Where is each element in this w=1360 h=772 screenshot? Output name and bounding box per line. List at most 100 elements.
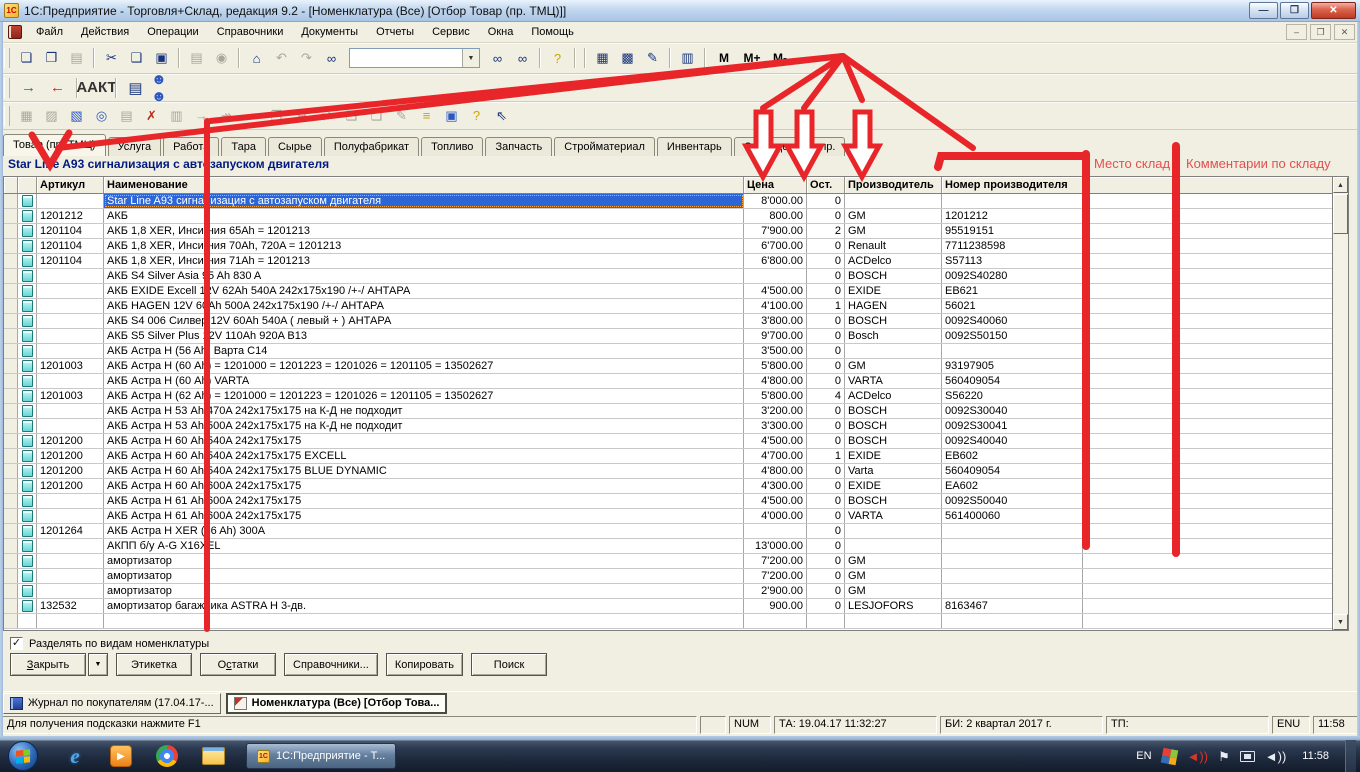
open-icon[interactable]: ❐ [40, 47, 63, 69]
tab-11[interactable]: Спецодежда и пр. [734, 137, 846, 156]
method-book-icon[interactable]: ▥ [676, 47, 699, 69]
calendar-calculator-icon[interactable]: ▩ [616, 47, 639, 69]
tab-3[interactable]: Работа [163, 137, 219, 156]
language-indicator[interactable]: EN [1136, 750, 1151, 762]
minimize-button[interactable] [1249, 2, 1278, 19]
scroll-up-button[interactable] [1333, 177, 1348, 193]
table-row[interactable]: АКБ Астра Н 61 Ah 600A 242x175x1754'000.… [4, 509, 1348, 524]
mdi-minimize-button[interactable] [1286, 24, 1307, 40]
new-document-icon[interactable]: ❏ [15, 47, 38, 69]
table-row[interactable]: АКБ Астра Н (60 Ah) VARTA4'800.000VARTA5… [4, 374, 1348, 389]
column-header-name[interactable]: Наименование [104, 177, 744, 193]
memory-minus-button[interactable]: M- [767, 47, 793, 69]
table-row[interactable]: АКБ Астра Н 61 Ah 600A 242x175x1754'500.… [4, 494, 1348, 509]
table-row[interactable]: амортизатор7'200.000GM [4, 554, 1348, 569]
table-row[interactable]: 1201003АКБ Астра Н (60 Ah) = 1201000 = 1… [4, 359, 1348, 374]
return-item-icon[interactable]: ← [44, 76, 71, 100]
table-row[interactable]: 1201003АКБ Астра Н (62 Ah) = 1201000 = 1… [4, 389, 1348, 404]
menu-item-5[interactable]: Документы [292, 23, 367, 42]
search-combobox-dropdown[interactable] [462, 49, 479, 67]
window-blue-icon[interactable]: ▣ [440, 105, 463, 127]
table-row[interactable]: АКБ EXIDE Excell 12V 62Ah 540A 242x175x1… [4, 284, 1348, 299]
column-header-price[interactable]: Цена [744, 177, 807, 193]
table-row[interactable]: 1201264АКБ Астра H XER (66 Ah) 300A0 [4, 524, 1348, 539]
tab-2[interactable]: Услуга [108, 137, 162, 156]
tab-5[interactable]: Сырье [268, 137, 322, 156]
monitor-exit-icon[interactable]: ⌂ [245, 47, 268, 69]
close-button[interactable] [1311, 2, 1356, 19]
tab-8[interactable]: Запчасть [485, 137, 552, 156]
mdi-restore-button[interactable] [1310, 24, 1331, 40]
red-volume-icon[interactable]: ◄)) [1187, 750, 1209, 763]
view-document-icon[interactable]: ◎ [90, 105, 113, 127]
formula-icon[interactable]: ✎ [641, 47, 664, 69]
restore-button[interactable] [1280, 2, 1309, 19]
menu-item-2[interactable]: Действия [72, 23, 138, 42]
column-header-manufacturer-number[interactable]: Номер производителя [942, 177, 1083, 193]
help-icon[interactable]: ? [546, 47, 569, 69]
start-button[interactable] [8, 741, 38, 771]
volume-icon[interactable]: ◄)) [1265, 750, 1287, 763]
sort-list-icon[interactable]: ≡ [415, 105, 438, 127]
memory-plus-button[interactable]: M+ [739, 47, 765, 69]
scroll-down-button[interactable] [1333, 614, 1348, 630]
tab-7[interactable]: Топливо [421, 137, 483, 156]
antivirus-tray-icon[interactable] [1160, 747, 1178, 765]
ostatki-button[interactable]: Остатки [200, 653, 276, 676]
memory-recall-button[interactable]: M [711, 47, 737, 69]
table-edit-icon[interactable]: ▧ [65, 105, 88, 127]
table-row[interactable]: 1201104АКБ 1,8 XER, Инсигния 65Ah = 1201… [4, 224, 1348, 239]
table-row[interactable]: АКБ S4 Silver Asia 95 Ah 830 A0BOSCH0092… [4, 269, 1348, 284]
tab-1[interactable]: Товар (пр. ТМЦ) [3, 134, 106, 156]
action-center-flag-icon[interactable]: ⚑ [1218, 750, 1230, 763]
tray-clock[interactable]: 11:58 [1302, 750, 1329, 762]
table-row[interactable]: 1201104АКБ 1,8 XER, Инсигния 70Ah, 720A … [4, 239, 1348, 254]
label-button[interactable]: Этикетка [116, 653, 192, 676]
menu-item-1[interactable]: Файл [27, 23, 72, 42]
table-row[interactable]: 1201200АКБ Астра Н 60 Ah 600A 242x175x17… [4, 479, 1348, 494]
table-row[interactable]: АКБ HAGEN 12V 60Ah 500A 242x175x190 /+-/… [4, 299, 1348, 314]
network-icon[interactable] [1240, 751, 1255, 762]
table-row[interactable] [4, 614, 1348, 629]
internet-explorer-icon[interactable]: e [62, 743, 88, 769]
show-desktop-button[interactable] [1345, 740, 1356, 772]
column-header-ost[interactable]: Ост. [807, 177, 845, 193]
scroll-thumb[interactable] [1333, 194, 1348, 234]
search-combobox-input[interactable] [350, 49, 462, 67]
menu-item-6[interactable]: Отчеты [367, 23, 423, 42]
find-next-icon[interactable]: ∞ [486, 47, 509, 69]
table-row[interactable]: 1201104АКБ 1,8 XER, Инсигния 71Ah = 1201… [4, 254, 1348, 269]
table-row[interactable]: 1201200АКБ Астра Н 60 Ah 540A 242x175x17… [4, 434, 1348, 449]
tab-10[interactable]: Инвентарь [657, 137, 732, 156]
cut-icon[interactable]: ✂ [100, 47, 123, 69]
tab-4[interactable]: Тара [221, 137, 266, 156]
find-icon[interactable]: ∞ [320, 47, 343, 69]
media-player-icon[interactable]: ▶ [108, 743, 134, 769]
poisk-button[interactable]: Поиск [471, 653, 547, 676]
act-settings-icon[interactable]: ААКТ [83, 76, 110, 100]
mdi-tab-1[interactable]: Журнал по покупателям (17.04.17-... [3, 693, 221, 714]
copy-icon[interactable]: ❑ [125, 47, 148, 69]
tab-9[interactable]: Стройматериал [554, 137, 655, 156]
menu-item-3[interactable]: Операции [138, 23, 207, 42]
close-form-button[interactable]: Закрыть [10, 653, 86, 676]
table-row[interactable]: 1201200АКБ Астра Н 60 Ah 540A 242x175x17… [4, 449, 1348, 464]
explorer-icon[interactable] [200, 743, 226, 769]
paste-icon[interactable]: ▣ [150, 47, 173, 69]
column-header-artikul[interactable]: Артикул [37, 177, 104, 193]
context-help-icon[interactable]: ⇖ [490, 105, 513, 127]
table-row[interactable]: АКБ S4 006 Силвер 12V 60Ah 540A ( левый … [4, 314, 1348, 329]
properties-help-icon[interactable]: ? [465, 105, 488, 127]
table-row[interactable]: амортизатор2'900.000GM [4, 584, 1348, 599]
table-row[interactable]: амортизатор7'200.000GM [4, 569, 1348, 584]
spravochniki-button[interactable]: Справочники... [284, 653, 378, 676]
close-dropdown-button[interactable] [88, 653, 108, 676]
find-previous-icon[interactable]: ∞ [511, 47, 534, 69]
column-header-manufacturer[interactable]: Производитель [845, 177, 942, 193]
menu-item-8[interactable]: Окна [479, 23, 523, 42]
taskbar-app-button[interactable]: 1С 1С:Предприятие - Т... [246, 743, 396, 769]
users-icon[interactable]: ☻☻ [151, 76, 178, 100]
table-row[interactable]: АКПП б/у A-G X16XEL13'000.000 [4, 539, 1348, 554]
table-row[interactable]: АКБ Астра H (56 Ah) Варта C143'500.000 [4, 344, 1348, 359]
vertical-scrollbar[interactable] [1332, 177, 1348, 630]
